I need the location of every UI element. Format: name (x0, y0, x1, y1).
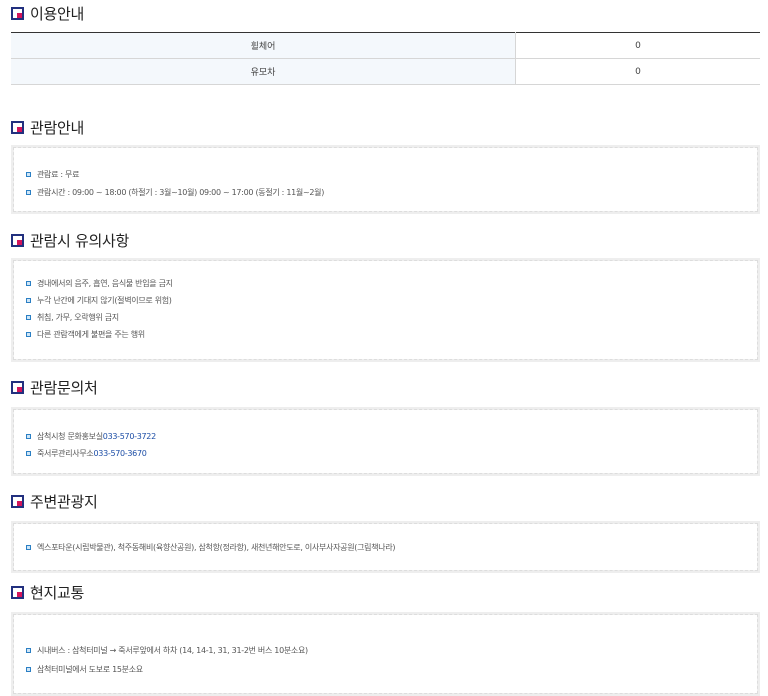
usage-value: 0 (515, 32, 760, 59)
list-item: 다른 관람객에게 불편을 주는 행위 (26, 326, 745, 343)
contact-section: 관람문의처 삼척시청 문화홍보실 033-570-3722 죽서루관리사무소 0… (11, 376, 760, 476)
list-item: 취침, 가무, 오락행위 금지 (26, 309, 745, 326)
list-item-text: 엑스포타운(시립박물관), 척주동해비(육향산공원), 삼척항(정라항), 새천… (37, 542, 396, 552)
contact-phone[interactable]: 033-570-3722 (103, 432, 156, 441)
viewing-title: 관람안내 (30, 118, 85, 137)
notice-box: 경내에서의 음주, 흡연, 음식물 반입을 금지 누각 난간에 기대지 않기(절… (11, 258, 760, 362)
table-row: 휠체어 0 (11, 32, 760, 59)
bullet-icon (26, 171, 31, 177)
list-item: 누각 난간에 기대지 않기(절벽이므로 위험) (26, 292, 745, 309)
list-item: 엑스포타운(시립박물관), 척주동해비(육향산공원), 삼척항(정라항), 새천… (26, 539, 745, 555)
contact-phone[interactable]: 033-570-3670 (93, 449, 146, 458)
contact-list: 삼척시청 문화홍보실 033-570-3722 죽서루관리사무소 033-570… (26, 428, 745, 462)
usage-heading: 이용안내 (11, 2, 760, 24)
list-item: 삼척시청 문화홍보실 033-570-3722 (26, 428, 745, 445)
bullet-icon (26, 434, 31, 439)
bullet-icon (26, 298, 31, 303)
square-bullet-icon (11, 585, 24, 599)
viewing-section: 관람안내 관람료 : 무료 관람시간 : 09:00 ~ 18:00 (하절기 … (11, 116, 760, 214)
list-item-text: 경내에서의 음주, 흡연, 음식물 반입을 금지 (37, 279, 173, 288)
list-item-text: 관람료 : 무료 (37, 169, 80, 179)
notice-heading: 관람시 유의사항 (11, 229, 760, 251)
usage-label: 휠체어 (11, 32, 516, 59)
list-item-text: 삼척터미널에서 도보로 15분소요 (37, 665, 143, 674)
transport-box: 시내버스 : 삼척터미널 → 죽서루앞에서 하차 (14, 14-1, 31, … (11, 612, 760, 696)
list-item-text: 시내버스 : 삼척터미널 → 죽서루앞에서 하차 (14, 14-1, 31, … (37, 646, 308, 655)
bullet-icon (26, 648, 31, 653)
list-item-text: 다른 관람객에게 불편을 주는 행위 (37, 330, 145, 339)
list-item: 경내에서의 음주, 흡연, 음식물 반입을 금지 (26, 275, 745, 292)
list-item: 삼척터미널에서 도보로 15분소요 (26, 660, 745, 679)
list-item: 관람료 : 무료 (26, 165, 745, 183)
notice-title: 관람시 유의사항 (30, 231, 129, 250)
square-bullet-icon (11, 380, 24, 394)
bullet-icon (26, 451, 31, 456)
viewing-box: 관람료 : 무료 관람시간 : 09:00 ~ 18:00 (하절기 : 3월~… (11, 145, 760, 214)
notice-section: 관람시 유의사항 경내에서의 음주, 흡연, 음식물 반입을 금지 누각 난간에… (11, 229, 760, 362)
list-item: 죽서루관리사무소 033-570-3670 (26, 445, 745, 462)
usage-label: 유모차 (11, 58, 516, 85)
bullet-icon (26, 189, 31, 195)
nearby-box: 엑스포타운(시립박물관), 척주동해비(육향산공원), 삼척항(정라항), 새천… (11, 521, 760, 573)
square-bullet-icon (11, 494, 24, 508)
viewing-list: 관람료 : 무료 관람시간 : 09:00 ~ 18:00 (하절기 : 3월~… (26, 165, 745, 201)
viewing-heading: 관람안내 (11, 116, 760, 138)
nearby-heading: 주변관광지 (11, 490, 760, 512)
nearby-title: 주변관광지 (30, 492, 98, 511)
contact-box: 삼척시청 문화홍보실 033-570-3722 죽서루관리사무소 033-570… (11, 407, 760, 476)
bullet-icon (26, 332, 31, 337)
transport-title: 현지교통 (30, 583, 85, 602)
usage-table: 휠체어 0 유모차 0 (11, 32, 760, 85)
bullet-icon (26, 544, 31, 550)
contact-title: 관람문의처 (30, 378, 98, 397)
transport-section: 현지교통 시내버스 : 삼척터미널 → 죽서루앞에서 하차 (14, 14-1,… (11, 581, 760, 696)
bullet-icon (26, 281, 31, 286)
list-item-text: 관람시간 : 09:00 ~ 18:00 (하절기 : 3월~10월) 09:0… (37, 187, 325, 197)
contact-label: 죽서루관리사무소 (37, 449, 94, 458)
list-item-text: 누각 난간에 기대지 않기(절벽이므로 위험) (37, 296, 172, 305)
usage-title: 이용안내 (30, 4, 85, 23)
table-row: 유모차 0 (11, 58, 760, 85)
transport-heading: 현지교통 (11, 581, 760, 603)
transport-list: 시내버스 : 삼척터미널 → 죽서루앞에서 하차 (14, 14-1, 31, … (26, 641, 745, 679)
contact-heading: 관람문의처 (11, 376, 760, 398)
nearby-section: 주변관광지 엑스포타운(시립박물관), 척주동해비(육향산공원), 삼척항(정라… (11, 490, 760, 573)
square-bullet-icon (11, 6, 24, 20)
list-item: 관람시간 : 09:00 ~ 18:00 (하절기 : 3월~10월) 09:0… (26, 183, 745, 201)
notice-list: 경내에서의 음주, 흡연, 음식물 반입을 금지 누각 난간에 기대지 않기(절… (26, 275, 745, 343)
bullet-icon (26, 315, 31, 320)
usage-value: 0 (515, 58, 760, 85)
usage-section: 이용안내 휠체어 0 유모차 0 (11, 2, 760, 85)
nearby-list: 엑스포타운(시립박물관), 척주동해비(육향산공원), 삼척항(정라항), 새천… (26, 539, 745, 555)
list-item: 시내버스 : 삼척터미널 → 죽서루앞에서 하차 (14, 14-1, 31, … (26, 641, 745, 660)
square-bullet-icon (11, 120, 24, 134)
list-item-text: 취침, 가무, 오락행위 금지 (37, 313, 119, 322)
bullet-icon (26, 667, 31, 672)
contact-label: 삼척시청 문화홍보실 (37, 432, 103, 441)
square-bullet-icon (11, 233, 24, 247)
